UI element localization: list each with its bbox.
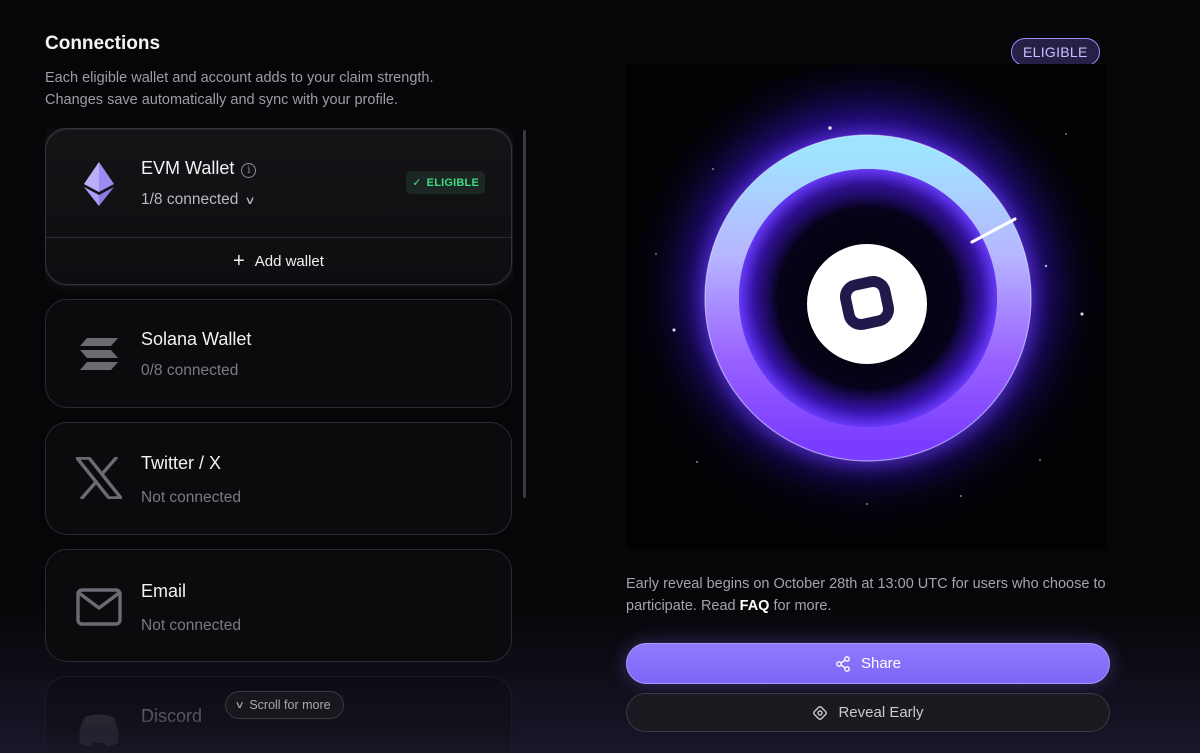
chevron-down-icon: ∨ — [234, 699, 245, 711]
plus-icon: + — [233, 249, 245, 272]
scroll-for-more-button[interactable]: ∨ Scroll for more — [225, 691, 344, 719]
card-name: Twitter / X — [141, 453, 222, 473]
eligibility-panel: ELIGIBLE Early reveal begins on October … — [626, 0, 1200, 753]
card-name: EVM Wallet i — [141, 158, 257, 179]
early-reveal-note: Early reveal begins on October 28th at 1… — [626, 573, 1110, 617]
section-subtitle: Each eligible wallet and account adds to… — [45, 67, 535, 111]
eligible-status-pill: ELIGIBLE — [1011, 38, 1100, 66]
info-icon[interactable]: i — [241, 163, 257, 178]
check-icon: ✓ — [412, 177, 422, 189]
eligibility-ring-artwork — [626, 64, 1106, 549]
add-wallet-label: Add wallet — [254, 253, 324, 270]
chevron-down-icon: ∨ — [244, 195, 257, 207]
connections-panel: Connections Each eligible wallet and acc… — [45, 30, 535, 753]
mail-icon — [76, 584, 122, 630]
eligible-badge: ✓ ELIGIBLE — [406, 171, 485, 194]
reveal-text: Early reveal begins on October 28th at 1… — [626, 576, 1106, 614]
card-name: Discord — [141, 706, 203, 726]
scroll-hint-label: Scroll for more — [249, 698, 331, 712]
evm-wallet-label: EVM Wallet — [141, 158, 235, 178]
scrollbar[interactable] — [523, 130, 526, 498]
page: Connections Each eligible wallet and acc… — [0, 0, 1200, 753]
discord-icon — [76, 707, 122, 753]
wallet-count-dropdown[interactable]: 1/8 connected ∨ — [141, 191, 257, 209]
solana-icon — [76, 331, 122, 377]
card-status: Not connected — [141, 489, 241, 506]
subtitle-line-2: Changes save automatically and sync with… — [45, 92, 399, 108]
connection-list[interactable]: EVM Wallet i 1/8 connected ∨ ✓ ELIGIBLE + … — [45, 128, 513, 753]
evm-status: 1/8 connected — [141, 191, 239, 208]
share-icon — [836, 655, 850, 672]
reveal-early-label: Reveal Early — [838, 704, 924, 721]
reveal-text-end: for more. — [769, 598, 832, 614]
card-evm-wallet[interactable]: EVM Wallet i 1/8 connected ∨ ✓ ELIGIBLE + … — [45, 128, 512, 285]
card-twitter[interactable]: Twitter / X Not connected — [45, 422, 512, 535]
reveal-icon — [813, 705, 828, 720]
share-label: Share — [860, 655, 902, 672]
faq-link[interactable]: FAQ — [740, 598, 770, 614]
share-button[interactable]: Share — [626, 643, 1110, 684]
section-title: Connections — [45, 33, 161, 54]
card-name: Email — [141, 581, 187, 601]
reveal-early-button[interactable]: Reveal Early — [626, 693, 1110, 732]
card-solana-wallet[interactable]: Solana Wallet 0/8 connected — [45, 299, 512, 408]
x-logo-icon — [76, 455, 122, 501]
card-status: Not connected — [141, 617, 241, 634]
card-email[interactable]: Email Not connected — [45, 549, 512, 662]
card-name: Solana Wallet — [141, 329, 252, 349]
eligible-badge-label: ELIGIBLE — [426, 176, 479, 189]
card-status: 0/8 connected — [141, 362, 239, 379]
ethereum-icon — [76, 161, 122, 207]
add-wallet-button[interactable]: + Add wallet — [46, 238, 511, 285]
subtitle-line-1: Each eligible wallet and account adds to… — [45, 70, 434, 86]
